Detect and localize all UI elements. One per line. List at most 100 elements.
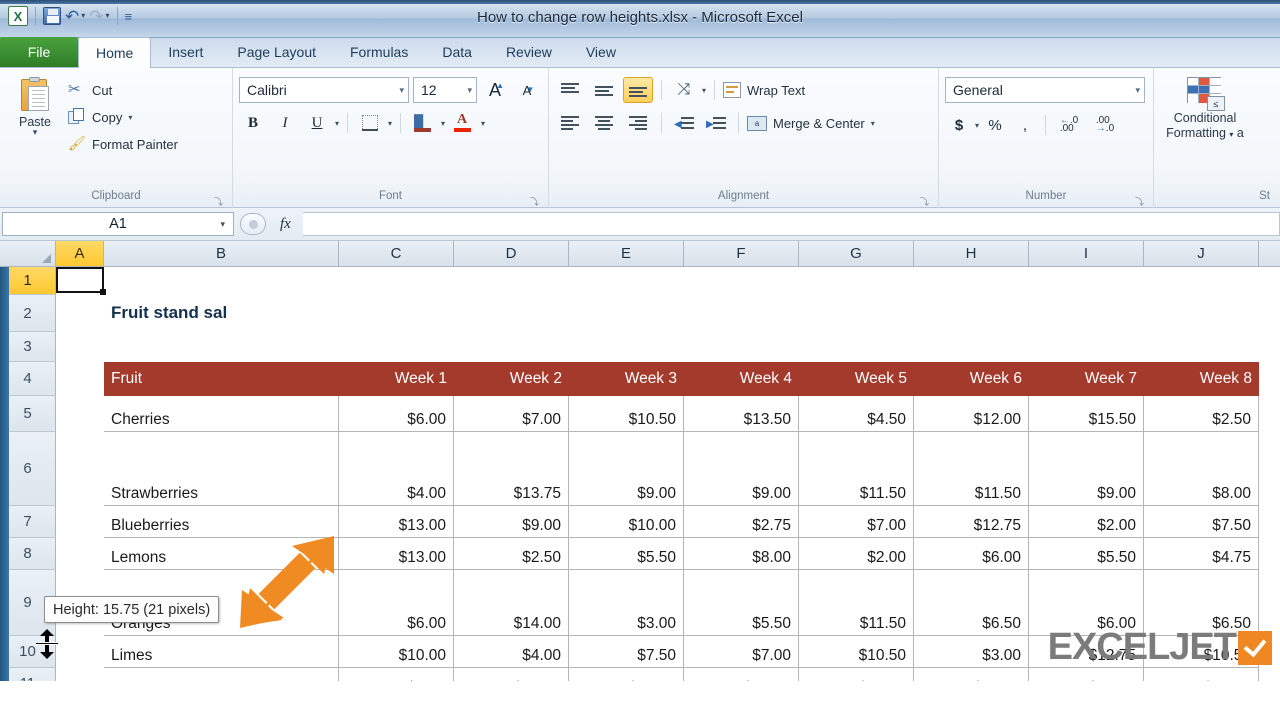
formula-bar-collapse-button[interactable] — [240, 213, 266, 235]
format-painter-button[interactable]: Format Painter — [68, 133, 178, 155]
table-cell-week-1[interactable]: $7.00 — [339, 668, 454, 681]
cell-a4[interactable] — [56, 362, 104, 396]
table-cell-week-7[interactable]: $9.00 — [1029, 432, 1144, 506]
alignment-dialog-launcher-icon[interactable]: ⤵ — [919, 195, 930, 207]
table-header-week-8[interactable]: Week 8 — [1144, 362, 1259, 396]
cell-a7[interactable] — [56, 506, 104, 538]
table-header-week-4[interactable]: Week 4 — [684, 362, 799, 396]
table-cell-week-2[interactable]: $7.00 — [454, 396, 569, 432]
cell-b3[interactable] — [104, 332, 339, 362]
table-cell-week-8[interactable]: $12.50 — [1144, 668, 1259, 681]
table-cell-week-5[interactable]: $4.50 — [799, 396, 914, 432]
table-cell-week-3[interactable]: $10.00 — [569, 668, 684, 681]
font-color-button[interactable]: A — [449, 110, 477, 136]
table-cell-fruit[interactable]: Cherries — [104, 396, 339, 432]
table-cell-week-2[interactable]: $13.75 — [454, 432, 569, 506]
table-cell-week-4[interactable]: $9.00 — [684, 432, 799, 506]
table-cell-fruit[interactable]: Bananas — [104, 668, 339, 681]
table-cell-week-5[interactable]: $2.00 — [799, 538, 914, 570]
table-cell-fruit[interactable]: Strawberries — [104, 432, 339, 506]
table-cell-week-2[interactable]: $9.00 — [454, 506, 569, 538]
paste-caret-icon[interactable]: ▾ — [33, 128, 38, 137]
table-cell-week-5[interactable]: $10.00 — [799, 668, 914, 681]
table-cell-week-2[interactable]: $2.50 — [454, 538, 569, 570]
underline-caret-icon[interactable]: ▾ — [335, 119, 339, 128]
table-header-week-7[interactable]: Week 7 — [1029, 362, 1144, 396]
table-cell-week-4[interactable]: $7.00 — [684, 636, 799, 668]
table-cell-week-5[interactable]: $11.50 — [799, 432, 914, 506]
table-cell-week-6[interactable]: $11.50 — [914, 432, 1029, 506]
increase-decimal-button[interactable]: ←.0 .00 — [1052, 113, 1086, 137]
column-header-c[interactable]: C — [339, 241, 454, 266]
shrink-font-button[interactable]: A ▼ — [513, 77, 541, 103]
table-cell-week-6[interactable]: $3.00 — [914, 636, 1029, 668]
table-header-week-6[interactable]: Week 6 — [914, 362, 1029, 396]
table-cell-week-2[interactable]: $4.00 — [454, 636, 569, 668]
align-middle-button[interactable] — [589, 77, 619, 103]
table-cell-week-7[interactable]: $5.50 — [1029, 538, 1144, 570]
fill-color-caret-icon[interactable]: ▾ — [441, 119, 445, 128]
italic-button[interactable]: I — [271, 110, 299, 136]
name-box-caret-icon[interactable]: ▾ — [220, 219, 225, 230]
table-cell-week-8[interactable]: $8.00 — [1144, 432, 1259, 506]
copy-caret-icon[interactable]: ▾ — [128, 113, 132, 122]
column-header-e[interactable]: E — [569, 241, 684, 266]
column-header-g[interactable]: G — [799, 241, 914, 266]
align-top-button[interactable] — [555, 77, 585, 103]
table-cell-week-1[interactable]: $13.00 — [339, 506, 454, 538]
table-cell-week-1[interactable]: $13.00 — [339, 538, 454, 570]
decrease-indent-button[interactable]: ◀ — [670, 110, 698, 136]
tab-data[interactable]: Data — [425, 37, 489, 67]
copy-button[interactable]: Copy ▾ — [68, 106, 178, 128]
table-cell-week-8[interactable]: $7.50 — [1144, 506, 1259, 538]
table-cell-fruit[interactable]: Blueberries — [104, 506, 339, 538]
cell-b2-sheet-title[interactable]: Fruit stand sal — [104, 295, 339, 332]
table-cell-week-1[interactable]: $6.00 — [339, 396, 454, 432]
table-cell-week-8[interactable]: $4.75 — [1144, 538, 1259, 570]
table-header-week-1[interactable]: Week 1 — [339, 362, 454, 396]
select-all-button[interactable] — [0, 241, 56, 266]
name-box[interactable]: A1 ▾ — [2, 212, 234, 236]
cell-a11[interactable] — [56, 668, 104, 681]
cell-b1[interactable] — [104, 267, 339, 295]
accounting-caret-icon[interactable]: ▾ — [975, 121, 979, 130]
column-header-j[interactable]: J — [1144, 241, 1259, 266]
tab-home[interactable]: Home — [78, 37, 152, 68]
align-center-button[interactable] — [589, 110, 619, 136]
table-cell-week-3[interactable]: $3.00 — [569, 570, 684, 636]
tab-view[interactable]: View — [569, 37, 633, 67]
align-left-button[interactable] — [555, 110, 585, 136]
table-cell-week-3[interactable]: $7.50 — [569, 636, 684, 668]
table-cell-week-4[interactable]: $13.75 — [684, 668, 799, 681]
table-cell-week-6[interactable]: $12.00 — [914, 396, 1029, 432]
font-size-combo[interactable]: 12 ▾ — [413, 77, 477, 103]
table-cell-week-1[interactable]: $4.00 — [339, 432, 454, 506]
bold-button[interactable]: B — [239, 110, 267, 136]
number-format-combo[interactable]: General ▾ — [945, 77, 1145, 103]
formula-input[interactable] — [302, 212, 1280, 236]
font-name-combo[interactable]: Calibri ▾ — [239, 77, 409, 103]
cell-a2[interactable] — [56, 295, 104, 332]
table-cell-fruit[interactable]: Limes — [104, 636, 339, 668]
table-cell-week-3[interactable]: $5.50 — [569, 538, 684, 570]
table-cell-week-5[interactable]: $10.50 — [799, 636, 914, 668]
tab-insert[interactable]: Insert — [151, 37, 220, 67]
cell-a10[interactable] — [56, 636, 104, 668]
table-cell-week-1[interactable]: $10.00 — [339, 636, 454, 668]
cell-a3[interactable] — [56, 332, 104, 362]
align-bottom-button[interactable] — [623, 77, 653, 103]
underline-button[interactable]: U — [303, 110, 331, 136]
table-cell-week-4[interactable]: $13.50 — [684, 396, 799, 432]
table-cell-week-6[interactable]: $12.00 — [914, 668, 1029, 681]
font-dialog-launcher-icon[interactable]: ⤵ — [529, 195, 540, 207]
borders-button[interactable] — [356, 110, 384, 136]
column-header-a[interactable]: A — [56, 241, 104, 266]
table-cell-week-7[interactable]: $2.00 — [1029, 506, 1144, 538]
merge-center-caret-icon[interactable]: ▾ — [871, 119, 875, 128]
conditional-formatting-button[interactable]: ≤ Conditional Formatting ▾ a — [1160, 73, 1250, 142]
grow-font-button[interactable]: A ▲ — [481, 77, 509, 103]
table-cell-week-4[interactable]: $5.50 — [684, 570, 799, 636]
paste-button[interactable]: Paste ▾ — [6, 73, 64, 137]
fill-color-button[interactable]: █ — [409, 110, 437, 136]
decrease-decimal-button[interactable]: .00 →.0 — [1088, 113, 1122, 137]
